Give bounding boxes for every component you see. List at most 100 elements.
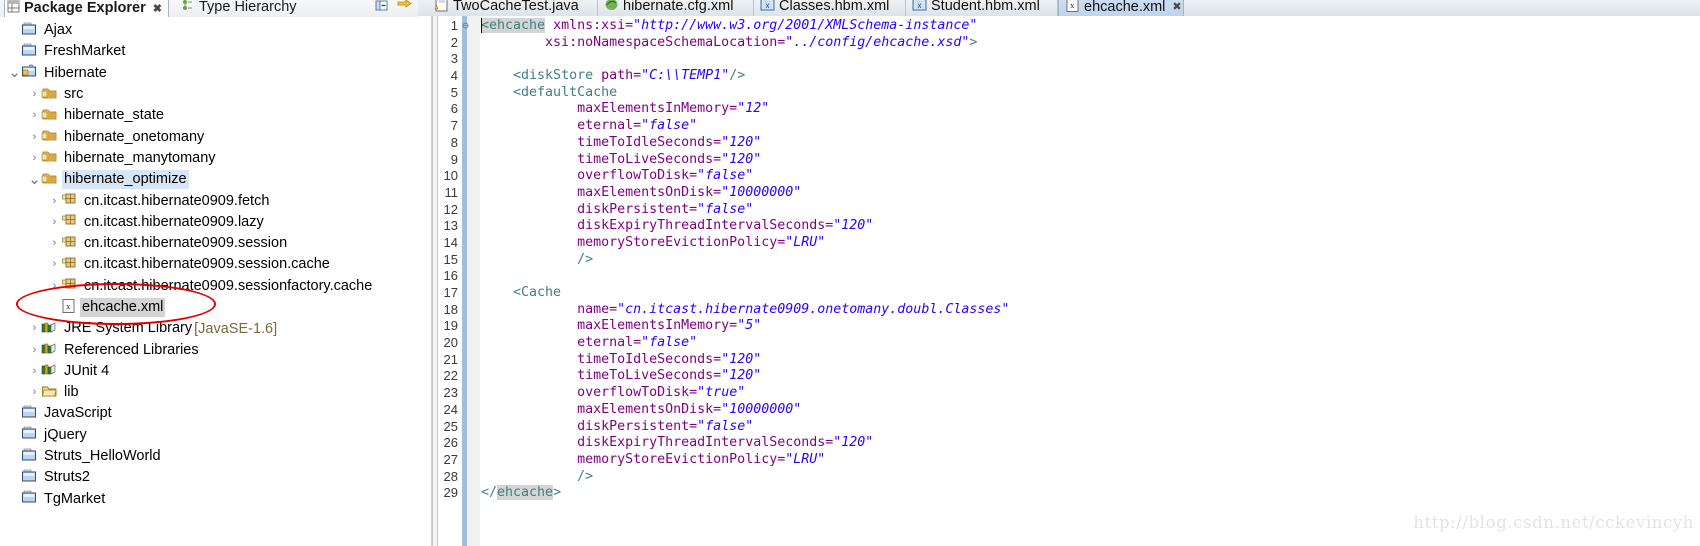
java-file-warning-icon <box>434 0 449 16</box>
tree-item-tgmarket[interactable]: TgMarket <box>0 489 418 510</box>
chevron-right-icon[interactable]: › <box>48 238 61 249</box>
tree-item-junit-4[interactable]: › JUnit 4 <box>0 361 418 382</box>
xml-source-editor[interactable]: 1 ⊖ <ehcache xmlns:xsi="http://www.w3.org/… <box>418 16 1700 546</box>
editor-tab-student-hbm-xml[interactable]: x Student.hbm.xml <box>906 0 1058 16</box>
tree-item-jquery[interactable]: jQuery <box>0 425 418 446</box>
tree-item-hibernate-state[interactable]: › hibernate_state <box>0 105 418 126</box>
tree-item-label: Referenced Libraries <box>64 341 199 358</box>
fold-collapse-icon[interactable]: ⊖ <box>460 18 471 35</box>
chevron-right-icon[interactable]: › <box>28 110 41 121</box>
editor-tab-label: hibernate.cfg.xml <box>623 0 734 14</box>
code-line: 27 memoryStoreEvictionPolicy="LRU" <box>418 452 1700 469</box>
chevron-right-icon[interactable]: › <box>28 387 41 398</box>
tree-item-jre-system-library[interactable]: › JRE System Library [JavaSE-1.6] <box>0 318 418 339</box>
tree-item-struts-helloworld[interactable]: Struts_HelloWorld <box>0 446 418 467</box>
tree-item-label: hibernate_manytomany <box>64 149 216 166</box>
tree-item-cn-itcast-hibernate0909-session-cache[interactable]: › cn.itcast.hibernate0909.session.cache <box>0 254 418 275</box>
tree-item-cn-itcast-hibernate0909-sessionfactory-cache[interactable]: › cn.itcast.hibernate0909.sessionfactory… <box>0 276 418 297</box>
tab-type-hierarchy[interactable]: Type Hierarchy <box>178 0 301 17</box>
tab-package-explorer[interactable]: Package Explorer ✖ <box>4 0 169 17</box>
line-number: 29 <box>443 485 458 501</box>
code-line: 17 <Cache <box>418 285 1700 302</box>
xml-file-icon: x <box>1065 0 1080 16</box>
code-line: 14 memoryStoreEvictionPolicy="LRU" <box>418 235 1700 252</box>
close-icon[interactable]: ✖ <box>1172 0 1181 13</box>
editor-tab-label: ehcache.xml <box>1084 0 1166 15</box>
tree-item-src[interactable]: › src <box>0 84 418 105</box>
chevron-right-icon[interactable]: › <box>28 152 41 164</box>
package-explorer-view: Package Explorer ✖ Type Hierarchy Ajax F… <box>0 0 418 546</box>
source-folder-icon <box>41 148 58 168</box>
chevron-right-icon[interactable]: › <box>28 365 41 377</box>
tree-item-ajax[interactable]: Ajax <box>0 20 418 41</box>
code-line: 3 <box>418 51 1700 68</box>
tree-item-hibernate[interactable]: ⌄ Hibernate <box>0 63 418 84</box>
code-line: 26 diskExpiryThreadIntervalSeconds="120" <box>418 435 1700 452</box>
tree-item-cn-itcast-hibernate0909-session[interactable]: › cn.itcast.hibernate0909.session <box>0 233 418 254</box>
code-text: eternal="false" <box>577 335 698 351</box>
code-text: memoryStoreEvictionPolicy="LRU" <box>577 234 826 250</box>
hbm-file-icon: x <box>760 0 775 16</box>
code-line: 5 <defaultCache <box>418 85 1700 102</box>
code-text: maxElementsOnDisk="10000000" <box>577 184 802 200</box>
chevron-right-icon[interactable]: › <box>48 216 61 228</box>
tree-item-cn-itcast-hibernate0909-fetch[interactable]: › cn.itcast.hibernate0909.fetch <box>0 190 418 211</box>
code-line: 11 maxElementsOnDisk="10000000" <box>418 185 1700 202</box>
code-text: maxElementsInMemory="5" <box>577 318 762 334</box>
code-text: <defaultCache <box>513 84 618 100</box>
line-number: 14 <box>443 234 458 250</box>
chevron-right-icon[interactable]: › <box>28 344 41 356</box>
tree-item-freshmarket[interactable]: FreshMarket <box>0 41 418 62</box>
project-closed-icon <box>21 404 38 424</box>
link-with-editor-icon[interactable] <box>397 0 412 17</box>
tree-item-lib[interactable]: › lib <box>0 382 418 403</box>
editor-tab-hibernate-cfg-xml[interactable]: hibernate.cfg.xml <box>598 0 754 16</box>
chevron-down-icon[interactable]: ⌄ <box>28 172 41 187</box>
chevron-right-icon[interactable]: › <box>48 195 61 207</box>
tree-item-hibernate-onetomany[interactable]: › hibernate_onetomany <box>0 126 418 147</box>
chevron-right-icon[interactable]: › <box>28 131 41 143</box>
code-line: 1 ⊖ <ehcache xmlns:xsi="http://www.w3.org/… <box>418 18 1700 35</box>
line-number: 22 <box>443 368 458 384</box>
tree-item-ehcache-xml[interactable]: x ehcache.xml <box>0 297 418 318</box>
tree-item-label: JRE System Library <box>64 320 193 337</box>
code-line: 24 maxElementsOnDisk="10000000" <box>418 402 1700 419</box>
code-line: 4 <diskStore path="C:\\TEMP1"/> <box>418 68 1700 85</box>
tree-item-referenced-libraries[interactable]: › Referenced Libraries <box>0 339 418 360</box>
line-number: 15 <box>443 251 458 267</box>
editor-tab-ehcache-xml[interactable]: x ehcache.xml ✖ <box>1058 0 1184 16</box>
editor-tab-classes-hbm-xml[interactable]: x Classes.hbm.xml <box>754 0 906 16</box>
editor-tabbar: TwoCacheTest.java hibernate.cfg.xml x Cl… <box>418 0 1700 17</box>
svg-text:x: x <box>918 1 922 10</box>
tree-item-cn-itcast-hibernate0909-lazy[interactable]: › cn.itcast.hibernate0909.lazy <box>0 212 418 233</box>
close-icon[interactable]: ✖ <box>153 2 162 15</box>
line-number: 13 <box>443 218 458 234</box>
chevron-right-icon[interactable]: › <box>48 280 61 292</box>
line-number: 3 <box>450 51 458 67</box>
minimize-icon[interactable] <box>375 0 389 17</box>
chevron-down-icon[interactable]: ⌄ <box>8 65 21 80</box>
code-text: timeToIdleSeconds="120" <box>577 134 762 150</box>
code-text: diskPersistent="false" <box>577 418 754 434</box>
line-number: 23 <box>443 385 458 401</box>
tree-item-javascript[interactable]: JavaScript <box>0 403 418 424</box>
line-number: 18 <box>443 301 458 317</box>
source-folder-icon <box>41 170 58 190</box>
tree-item-hibernate-optimize[interactable]: ⌄ hibernate_optimize <box>0 169 418 190</box>
source-folder-icon <box>41 127 58 147</box>
line-number: 9 <box>450 151 458 167</box>
code-line: 2 xsi:noNamespaceSchemaLocation="../conf… <box>418 35 1700 52</box>
tree-item-struts2[interactable]: Struts2 <box>0 467 418 488</box>
chevron-right-icon[interactable]: › <box>28 323 41 334</box>
tree-item-label: cn.itcast.hibernate0909.session <box>84 235 288 252</box>
code-text: <Cache <box>513 285 562 300</box>
tree-item-hibernate-manytomany[interactable]: › hibernate_manytomany <box>0 148 418 169</box>
project-tree[interactable]: Ajax FreshMarket ⌄ Hibernate › src › hibern… <box>0 17 418 546</box>
editor-tab-twocachetest-java[interactable]: TwoCacheTest.java <box>428 0 598 16</box>
code-text: eternal="false" <box>577 118 698 134</box>
code-text: diskExpiryThreadIntervalSeconds="120" <box>577 218 874 234</box>
chevron-right-icon[interactable]: › <box>48 259 61 270</box>
chevron-right-icon[interactable]: › <box>28 89 41 100</box>
library-icon <box>41 319 58 339</box>
code-text: timeToLiveSeconds="120" <box>577 368 762 384</box>
